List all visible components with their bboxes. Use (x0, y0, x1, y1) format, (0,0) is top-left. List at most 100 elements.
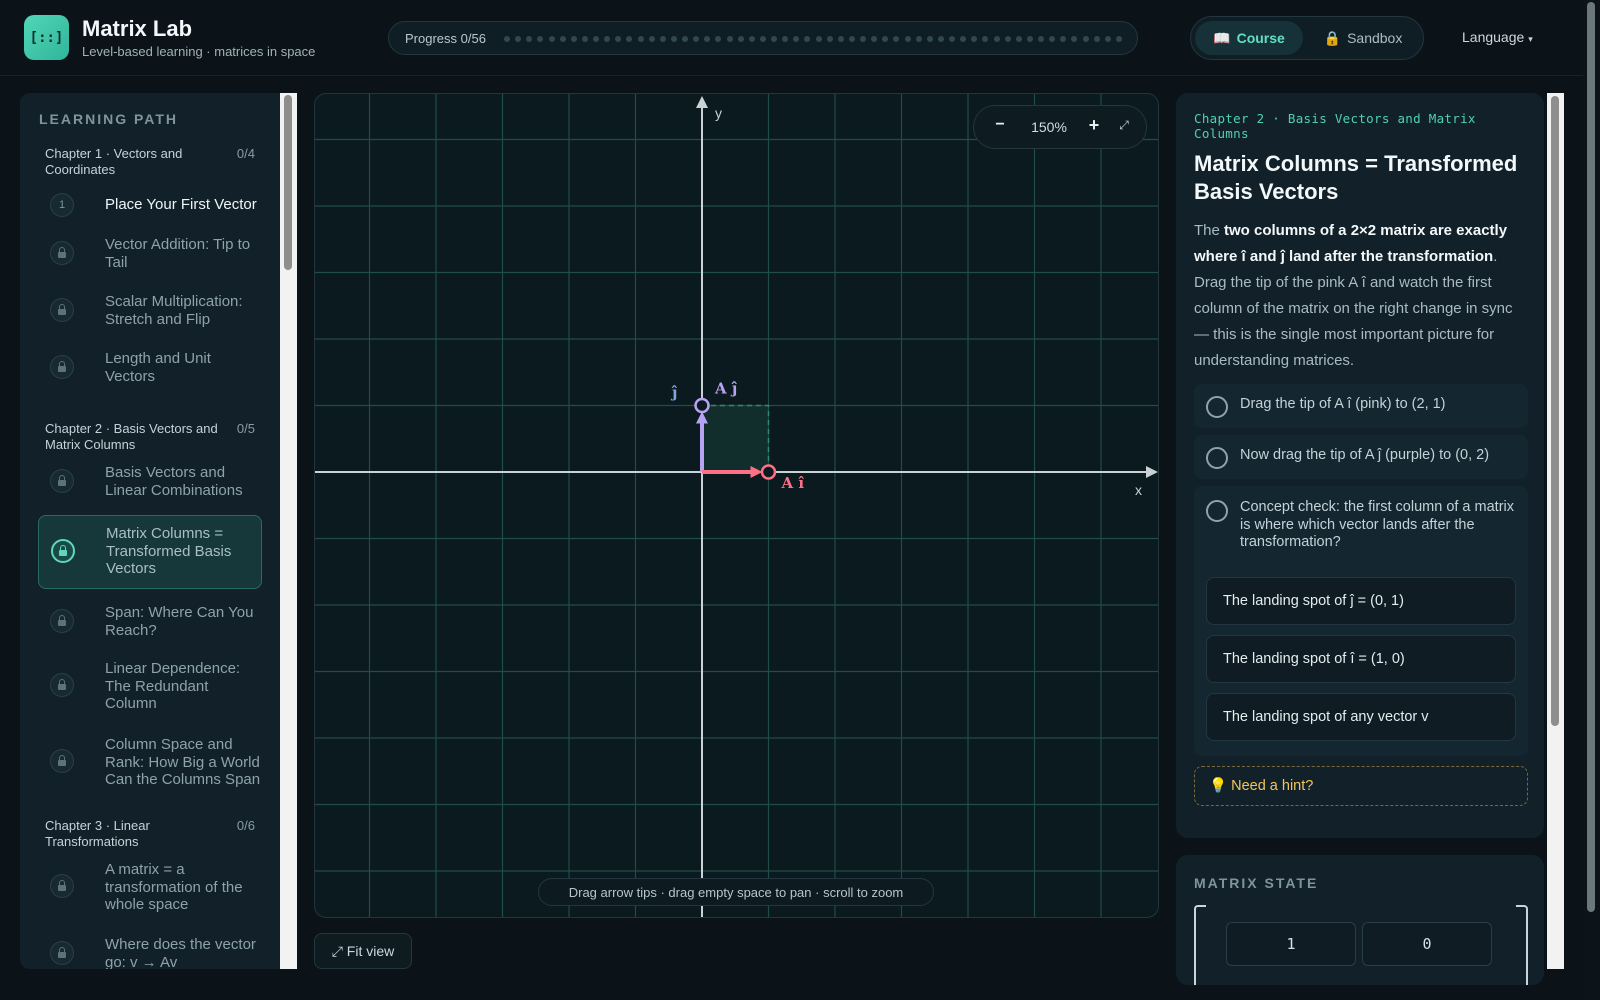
app-logo-icon: [::] (24, 15, 69, 60)
progress-dot (982, 36, 989, 42)
lesson-label: Vector Addition: Tip to Tail (105, 236, 251, 271)
sidebar-scrollbar[interactable] (280, 93, 297, 969)
answer-option[interactable]: The landing spot of î = (1, 0) (1206, 635, 1516, 683)
task-item[interactable]: Drag the tip of A î (pink) to (2, 1) (1194, 384, 1528, 428)
zoom-out-button[interactable]: − (990, 116, 1010, 138)
sidebar-lesson[interactable]: 1 Place Your First Vector (38, 187, 262, 223)
x-axis-label: x (1135, 482, 1142, 498)
lesson-label: Basis Vectors and Linear Combinations (105, 464, 243, 499)
lock-icon (51, 539, 75, 563)
progress-dot (637, 36, 644, 42)
page-scrollbar[interactable] (1583, 0, 1600, 1000)
progress-dot (1104, 36, 1111, 42)
ai-label: A î (781, 474, 805, 492)
zoom-level: 150% (1031, 119, 1067, 135)
radio-circle-icon[interactable] (1206, 500, 1228, 522)
answer-option[interactable]: The landing spot of ĵ = (0, 1) (1206, 577, 1516, 625)
page-scrollbar-thumb[interactable] (1587, 2, 1595, 912)
progress-dot (1082, 36, 1089, 42)
lock-icon: 🔒 (1323, 29, 1342, 46)
lesson-scrollbar-thumb[interactable] (1551, 96, 1559, 726)
chapter-name: Chapter 3 · Linear Transformations (45, 818, 150, 849)
mode-sandbox-button[interactable]: 🔒 Sandbox (1309, 21, 1417, 55)
fit-view-button[interactable]: ⤢ Fit view (314, 933, 412, 969)
sidebar-lesson[interactable]: A matrix = a transformation of the whole… (38, 858, 262, 914)
sidebar-lesson[interactable]: Where does the vector go: v → Av (38, 933, 262, 969)
lesson-label: Column Space and Rank: How Big a World C… (105, 736, 261, 788)
progress-dot (815, 36, 822, 42)
progress-dot (526, 36, 533, 42)
sidebar-lesson[interactable]: Linear Dependence: The Redundant Column (38, 657, 262, 713)
lesson-label: Matrix Columns = Transformed Basis Vecto… (106, 525, 232, 577)
task-text: Now drag the tip of A ĵ (purple) to (0, … (1240, 447, 1490, 463)
progress-dot (693, 36, 700, 42)
vector-canvas[interactable]: x y ĵ A ĵ A î (314, 93, 1159, 918)
lesson-label: A matrix = a transformation of the whole… (105, 861, 243, 913)
lock-icon (50, 298, 74, 322)
fullscreen-icon[interactable]: ⤢ (1114, 118, 1134, 138)
progress-dot (893, 36, 900, 42)
answer-option[interactable]: The landing spot of any vector v (1206, 693, 1516, 741)
progress-dot (604, 36, 611, 42)
lock-icon (50, 749, 74, 773)
language-select[interactable]: Language ▾ (1462, 29, 1533, 45)
progress-dot (515, 36, 522, 42)
sidebar-lesson[interactable]: Length and Unit Vectors (38, 347, 262, 387)
progress-dot (960, 36, 967, 42)
sidebar-lesson[interactable]: Span: Where Can You Reach? (38, 601, 262, 641)
progress-dot (670, 36, 677, 42)
sidebar-lesson[interactable]: Vector Addition: Tip to Tail (38, 233, 262, 273)
mode-course-label: Course (1236, 30, 1285, 46)
zoom-in-button[interactable]: + (1084, 115, 1104, 137)
app-title: Matrix Lab (82, 16, 193, 41)
sidebar-lesson[interactable]: Column Space and Rank: How Big a World C… (38, 733, 262, 789)
mode-course-button[interactable]: 📖 Course (1195, 21, 1303, 55)
progress-dot (715, 36, 722, 42)
vector-aj-tip-handle[interactable] (694, 397, 710, 414)
sidebar-lesson[interactable]: Scalar Multiplication: Stretch and Flip (38, 290, 262, 330)
matrix-right-bracket (1516, 905, 1528, 985)
coordinate-plane[interactable]: x y ĵ A ĵ A î (315, 94, 1159, 918)
sidebar-scrollbar-thumb[interactable] (284, 95, 292, 270)
progress-dot (1038, 36, 1044, 42)
sidebar-lesson[interactable]: Basis Vectors and Linear Combinations (38, 461, 262, 501)
progress-dot (504, 36, 510, 42)
radio-circle-icon[interactable] (1206, 447, 1228, 469)
zoom-controls: − 150% + ⤢ (973, 105, 1147, 149)
matrix-state-panel: MATRIX STATE 1 0 (1176, 855, 1544, 985)
lesson-text: The (1194, 222, 1225, 239)
lock-icon (50, 673, 74, 697)
sidebar-lesson-active[interactable]: Matrix Columns = Transformed Basis Vecto… (38, 515, 262, 589)
matrix-cell-a12[interactable]: 0 (1362, 922, 1492, 966)
lesson-scrollbar[interactable] (1547, 93, 1564, 969)
progress-dot (659, 36, 666, 42)
lesson-label: Length and Unit Vectors (105, 350, 211, 385)
y-axis-label: y (715, 105, 722, 121)
radio-circle-icon[interactable] (1206, 396, 1228, 418)
progress-dot (570, 36, 577, 42)
lesson-label: Place Your First Vector (105, 196, 257, 213)
task-item[interactable]: Now drag the tip of A ĵ (purple) to (0, … (1194, 435, 1528, 479)
progress-dot (1115, 36, 1122, 42)
progress-dot (793, 36, 800, 42)
learning-path-heading: LEARNING PATH (39, 111, 179, 127)
vector-ai-tip-handle[interactable] (760, 464, 777, 480)
matrix-state-heading: MATRIX STATE (1194, 875, 1319, 891)
lock-icon (50, 241, 74, 265)
y-axis-arrowhead (696, 96, 708, 108)
progress-dot (1004, 36, 1011, 42)
grid-lines (315, 94, 1158, 917)
lock-icon (50, 469, 74, 493)
progress-dot (871, 36, 878, 42)
lesson-description: The two columns of a 2×2 matrix are exac… (1194, 218, 1530, 374)
hint-button[interactable]: 💡 Need a hint? (1194, 766, 1528, 806)
chapter-name: Chapter 2 · Basis Vectors and Matrix Col… (45, 421, 218, 452)
matrix-cell-a11[interactable]: 1 (1226, 922, 1356, 966)
progress-dot (648, 36, 655, 42)
basis-parallelogram (701, 404, 770, 473)
progress-dot (882, 36, 889, 42)
progress-dot (971, 36, 978, 42)
progress-dot (1060, 36, 1067, 42)
progress-dot (993, 36, 1000, 42)
lesson-title: Matrix Columns = Transformed Basis Vecto… (1194, 151, 1518, 204)
